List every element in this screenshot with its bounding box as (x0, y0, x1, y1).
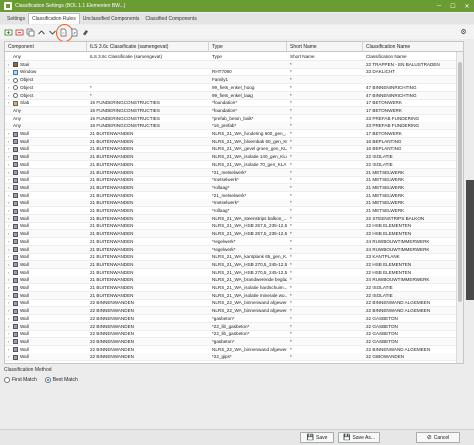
cell-component[interactable]: › Wall (5, 353, 87, 361)
wall-icon (13, 200, 18, 206)
column-header-component[interactable]: Component (5, 42, 87, 52)
window-icon (13, 69, 18, 75)
cell-ils-classification[interactable]: 22 BINNENWANDEN (87, 353, 209, 361)
wall-icon (13, 162, 18, 168)
wall-icon (13, 347, 18, 353)
wall-icon (13, 177, 18, 183)
wall-icon (13, 247, 18, 252)
wall-icon (13, 308, 18, 314)
wall-icon (13, 331, 18, 337)
wall-icon (13, 223, 18, 229)
first-match-label: First Match (12, 377, 37, 383)
classification-method-group: Classification Method First Match Best M… (4, 367, 204, 389)
tab-classified-components[interactable]: Classified Components (142, 14, 199, 24)
move-up-icon[interactable] (37, 27, 46, 37)
rules-table: Component ILS 3.6c Classificatie (sameng… (4, 41, 464, 364)
wall-icon (13, 262, 18, 268)
save-as-icon: 💾 (343, 435, 351, 441)
wall-icon (13, 139, 18, 145)
save-icon: 💾 (306, 435, 315, 441)
cancel-icon: ⊘ (426, 435, 432, 441)
wall-icon (13, 193, 18, 199)
delete-rule-icon[interactable] (15, 27, 24, 37)
toolbar: ⚙ (0, 24, 474, 42)
wall-icon (13, 300, 18, 306)
scrollbar-thumb[interactable] (458, 62, 462, 302)
wall-icon (13, 339, 18, 345)
classification-method-label: Classification Method (4, 367, 52, 373)
footer-bar: 💾 Save 💾 Save As... ⊘ Cancel (0, 429, 474, 445)
table-header: Component ILS 3.6c Classificatie (sameng… (5, 42, 463, 52)
first-match-radio[interactable]: First Match (4, 377, 37, 383)
vertical-scrollbar[interactable] (456, 52, 463, 363)
wall-icon (13, 131, 18, 137)
component-label: Wall (20, 354, 29, 360)
object-icon (13, 93, 18, 98)
cell-short-name[interactable]: * (287, 353, 363, 361)
title-bar: Classification Settings (BOL 1.1 Element… (0, 0, 474, 12)
best-match-radio-dot[interactable] (44, 377, 51, 383)
wall-icon (13, 170, 18, 175)
column-header-classification-name[interactable]: Classification Name (363, 42, 463, 52)
close-button[interactable]: ✕ (460, 0, 474, 12)
tab-classification-rules[interactable]: Classification Rules (28, 13, 80, 24)
column-header-short-name[interactable]: Short Name (287, 42, 363, 52)
column-header-ils[interactable]: ILS 3.6c Classificatie (samengevat) (87, 42, 209, 52)
first-match-radio-dot[interactable] (4, 377, 10, 383)
cancel-button[interactable]: ⊘ Cancel (416, 432, 460, 443)
best-match-label: Best Match (52, 377, 78, 383)
wall-icon (13, 216, 18, 222)
wall-icon (13, 324, 18, 329)
slab-icon (13, 100, 18, 106)
tab-unclassified-components[interactable]: Unclassified Components (80, 14, 143, 24)
cell-type[interactable]: *22_gips* (209, 353, 287, 361)
object-icon (13, 77, 18, 83)
maximize-button[interactable]: ☐ (446, 0, 460, 12)
object-icon (13, 85, 18, 91)
wall-icon (13, 239, 18, 245)
stair-icon (13, 62, 18, 68)
wall-icon (13, 316, 18, 322)
wall-icon (13, 354, 18, 360)
import-icon[interactable] (56, 24, 73, 42)
app-logo-icon (4, 2, 12, 10)
clear-icon[interactable] (81, 27, 90, 37)
wall-icon (13, 254, 18, 260)
tab-bar: Settings Classification Rules Unclassifi… (0, 13, 474, 24)
column-header-type[interactable]: Type (209, 42, 287, 52)
save-as-button[interactable]: 💾 Save As... (338, 432, 380, 443)
wall-icon (13, 277, 18, 283)
add-rule-icon[interactable] (4, 27, 13, 37)
table-row[interactable]: › Wall 22 BINNENWANDEN *22_gips* * 22 GIBOWAN… (5, 353, 457, 362)
wall-icon (13, 293, 18, 299)
window-title: Classification Settings (BOL 1.1 Element… (15, 3, 126, 9)
export-icon[interactable] (70, 27, 79, 37)
minimize-button[interactable]: ─ (432, 0, 446, 12)
copy-rule-icon[interactable] (26, 27, 35, 37)
wall-icon (13, 231, 18, 237)
wall-icon (13, 146, 18, 152)
wall-icon (13, 185, 18, 191)
wall-icon (13, 154, 18, 160)
wall-icon (13, 208, 18, 214)
save-button[interactable]: 💾 Save (300, 432, 334, 443)
wall-icon (13, 285, 18, 291)
cell-classification-name[interactable]: 22 GIBOWANDEN (363, 353, 457, 361)
best-match-radio[interactable]: Best Match (44, 377, 78, 383)
tab-settings[interactable]: Settings (4, 14, 28, 24)
gear-icon[interactable]: ⚙ (459, 27, 468, 37)
background-window-edge (466, 180, 474, 300)
wall-icon (13, 270, 18, 276)
